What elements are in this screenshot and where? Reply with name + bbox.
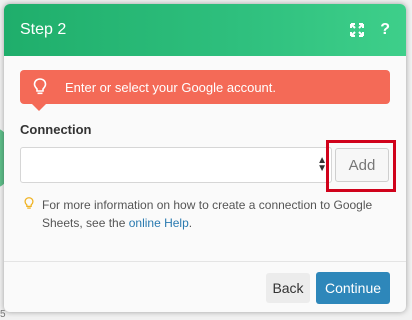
question-icon[interactable]: ? [380, 21, 390, 39]
app-background: 5 Step 2 ? Enter or select your Google a… [0, 0, 412, 320]
alert-message: Enter or select your Google account. [65, 79, 277, 95]
alert-banner: Enter or select your Google account. [20, 70, 390, 111]
footer-divider [4, 261, 406, 262]
help-text: For more information on how to create a … [42, 196, 384, 232]
help-text-row: For more information on how to create a … [24, 196, 384, 232]
lightbulb-icon [20, 70, 60, 111]
help-text-after: . [188, 216, 193, 230]
lightbulb-icon [24, 196, 42, 232]
connection-select[interactable]: ▲ ▼ [20, 147, 332, 183]
back-button[interactable]: Back [266, 273, 310, 303]
connection-label: Connection [20, 122, 92, 137]
expand-icon[interactable] [350, 23, 365, 37]
dialog-title: Step 2 [20, 21, 67, 38]
alert-pointer [32, 104, 46, 111]
step-dialog: Step 2 ? Enter or select your Google acc… [4, 4, 406, 312]
online-help-link[interactable]: online Help [129, 216, 189, 230]
continue-button[interactable]: Continue [316, 272, 390, 304]
add-connection-button[interactable]: Add [335, 148, 389, 182]
background-corner-digit: 5 [0, 309, 6, 320]
dialog-header: Step 2 ? [4, 4, 406, 56]
help-text-before: For more information on how to create a … [42, 198, 373, 230]
